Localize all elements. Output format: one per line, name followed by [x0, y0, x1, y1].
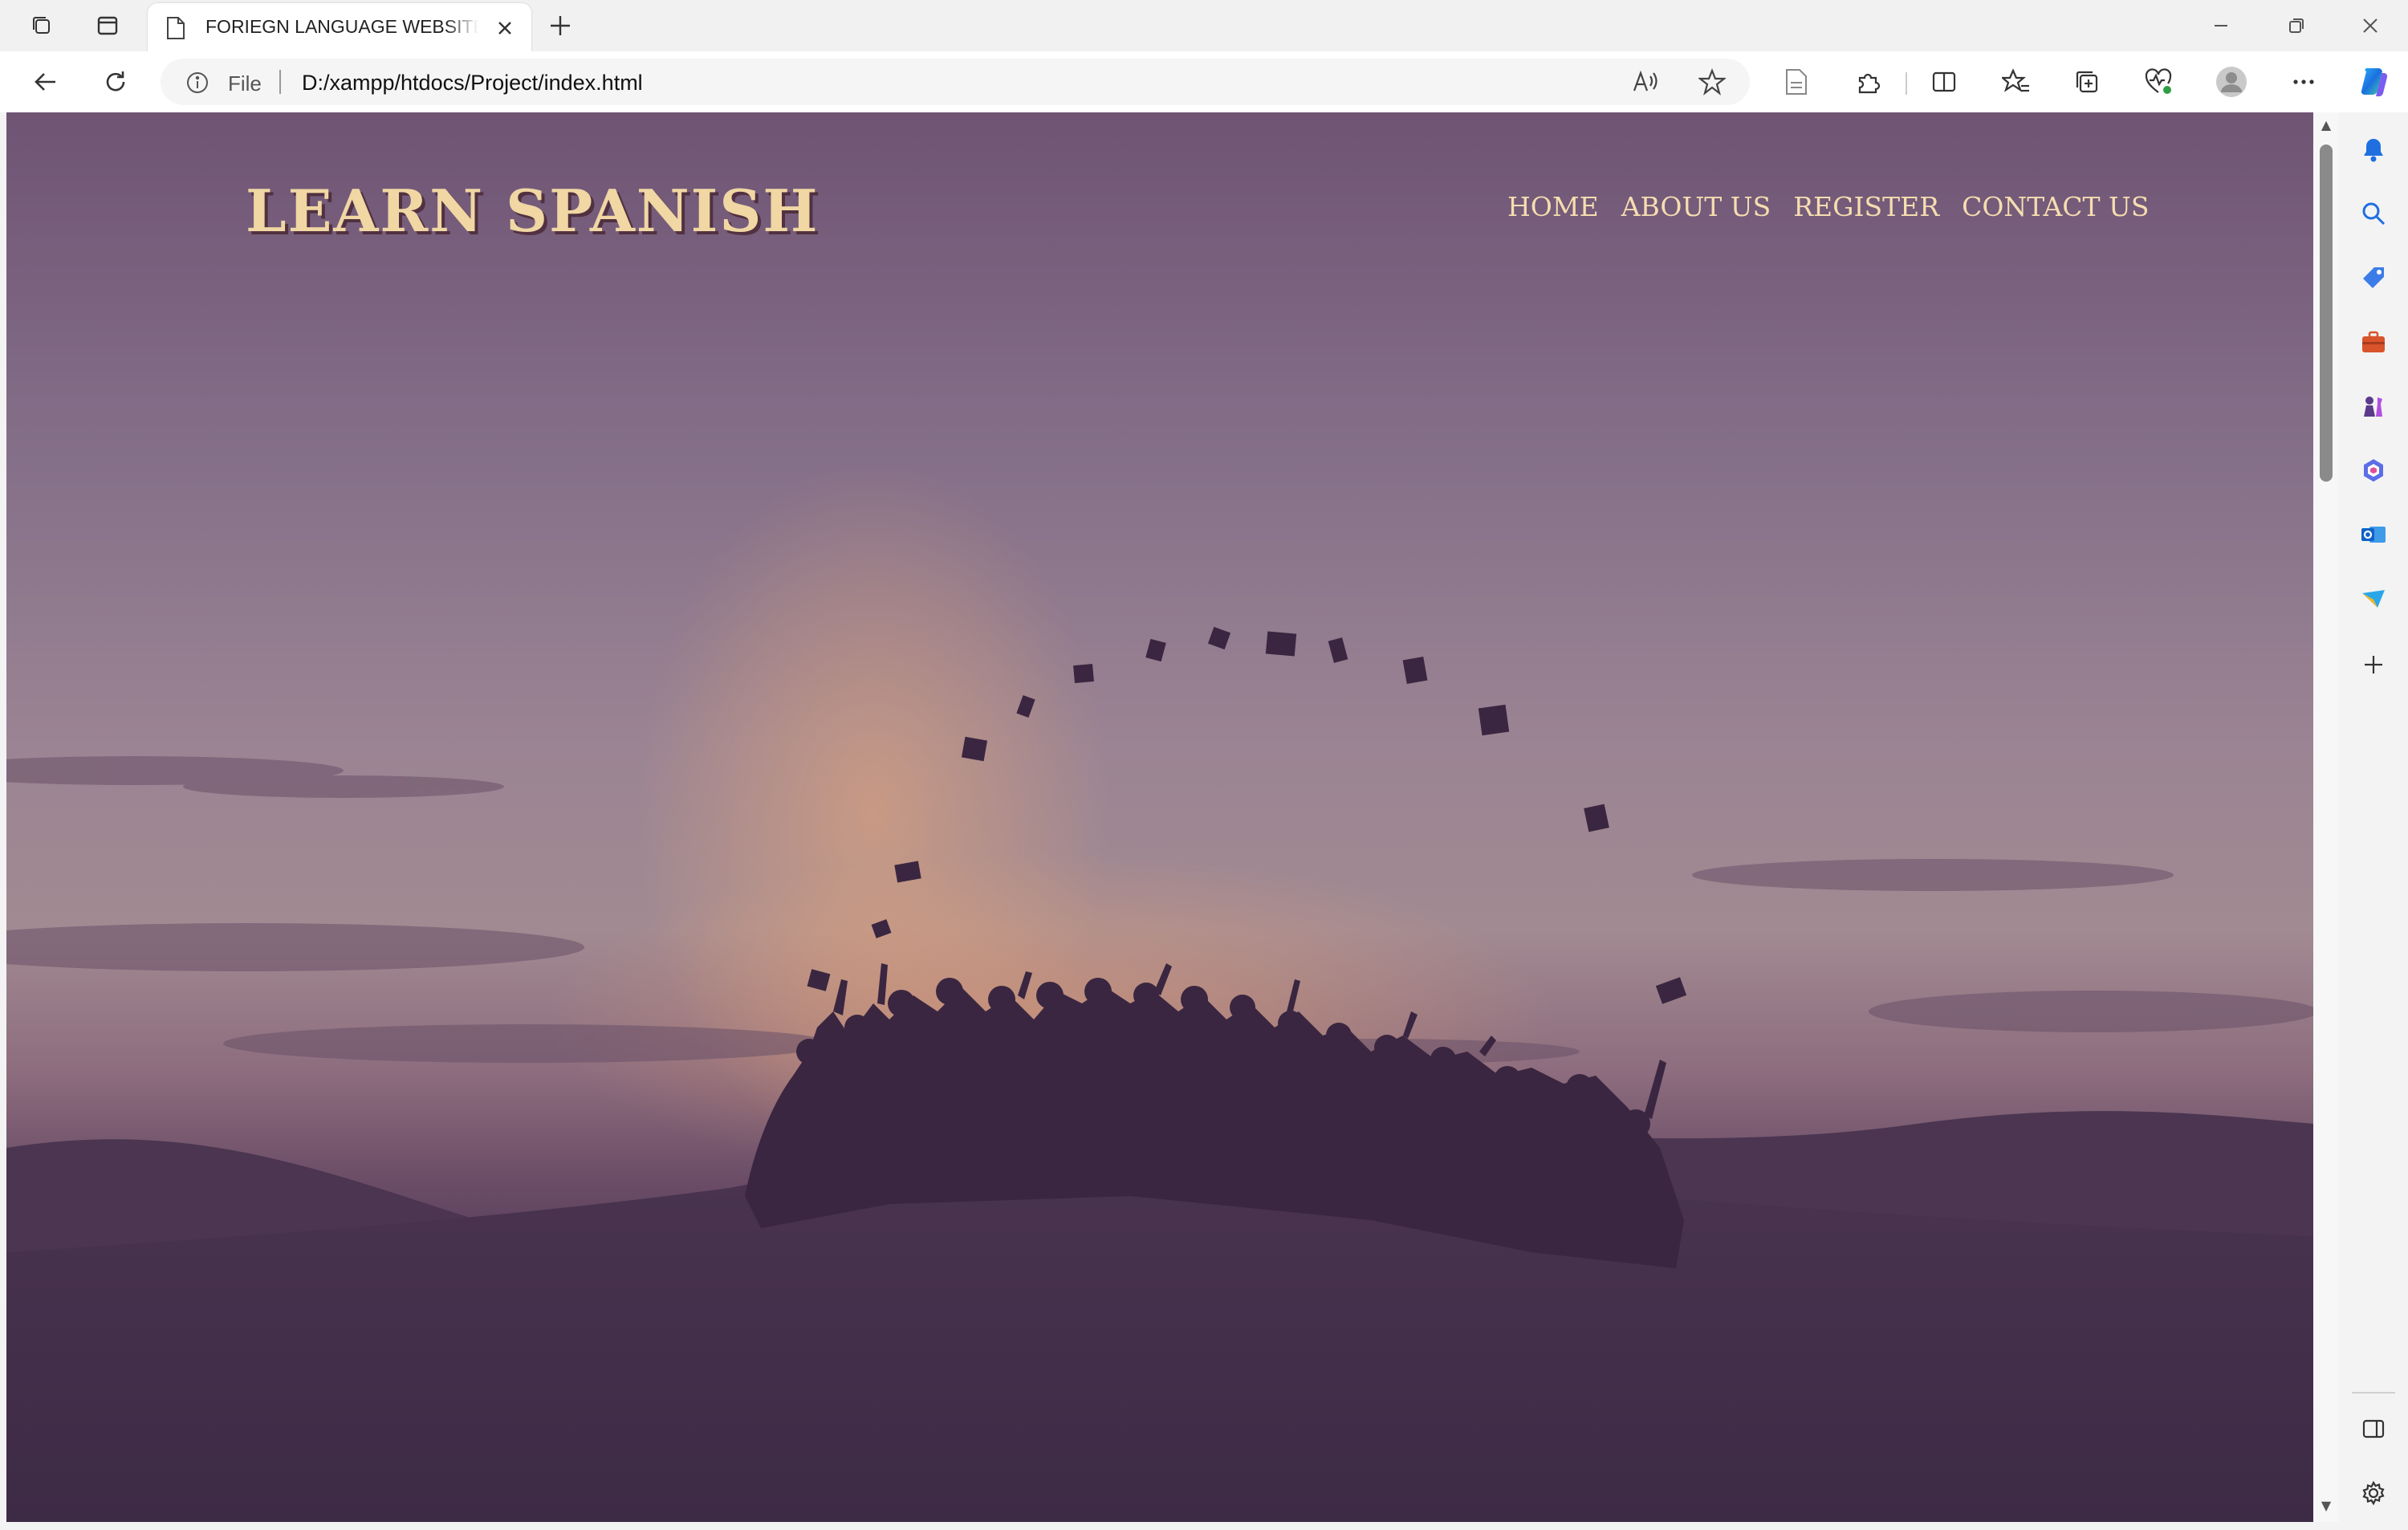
tab-title: FORIEGN LANGUAGE WEBSITE R: [205, 16, 478, 37]
tools-briefcase-icon[interactable]: [2356, 324, 2391, 360]
scroll-up-icon[interactable]: ▲: [2320, 119, 2333, 132]
main-nav: HOME ABOUT US REGISTER CONTACT US: [1507, 191, 2149, 222]
flying-caps: [807, 626, 1687, 1004]
nav-about-us[interactable]: ABOUT US: [1621, 191, 1771, 222]
minimize-icon[interactable]: [2203, 8, 2239, 43]
info-icon[interactable]: [185, 70, 210, 99]
shopping-tag-icon[interactable]: [2356, 260, 2391, 295]
hide-sidebar-icon[interactable]: [2356, 1411, 2391, 1447]
copilot-icon[interactable]: [2355, 63, 2394, 101]
search-icon[interactable]: [2356, 196, 2391, 231]
nav-register[interactable]: REGISTER: [1793, 191, 1939, 222]
tab-strip: FORIEGN LANGUAGE WEBSITE R: [0, 0, 2408, 51]
close-window-icon[interactable]: [2352, 8, 2389, 43]
address-separator: [279, 70, 281, 94]
split-screen-icon[interactable]: [1925, 63, 1963, 101]
back-arrow-icon[interactable]: [26, 63, 64, 101]
games-chess-icon[interactable]: [2356, 389, 2391, 424]
address-bar[interactable]: File D:/xampp/htdocs/Project/index.html: [161, 59, 1750, 105]
toolbar-divider: [1906, 72, 1907, 95]
new-tab-icon[interactable]: [543, 8, 578, 43]
more-options-icon[interactable]: [2284, 63, 2323, 101]
address-scheme: File: [228, 71, 262, 96]
add-sidebar-app-icon[interactable]: [2356, 647, 2391, 682]
notification-bell-icon[interactable]: [2356, 132, 2391, 167]
address-url[interactable]: D:/xampp/htdocs/Project/index.html: [302, 71, 643, 96]
settings-gear-icon[interactable]: [2356, 1475, 2391, 1511]
scrollbar-thumb[interactable]: [2320, 144, 2333, 482]
send-paper-plane-icon[interactable]: [2356, 581, 2391, 616]
nav-contact-us[interactable]: CONTACT US: [1962, 191, 2149, 222]
browser-essentials-icon[interactable]: [2140, 63, 2178, 101]
page-icon: [165, 16, 186, 43]
refresh-icon[interactable]: [96, 63, 135, 101]
graduation-hero-image: [6, 626, 2313, 1522]
reading-view-icon[interactable]: [1777, 63, 1816, 101]
restore-icon[interactable]: [2278, 8, 2315, 43]
favorites-icon[interactable]: [1997, 63, 2036, 101]
outlook-icon[interactable]: [2356, 517, 2391, 552]
microsoft-365-icon[interactable]: [2356, 453, 2391, 488]
extensions-icon[interactable]: [1849, 63, 1888, 101]
page-viewport: LEARN SPANISH HOME ABOUT US REGISTER CON…: [6, 112, 2313, 1522]
page-scrollbar[interactable]: ▲ ▼: [2313, 112, 2339, 1522]
scroll-down-icon[interactable]: ▼: [2320, 1499, 2333, 1512]
vertical-tabs-icon[interactable]: [90, 8, 125, 43]
browser-sidebar: [2339, 112, 2408, 1530]
site-logo[interactable]: LEARN SPANISH: [246, 177, 819, 245]
workspaces-icon[interactable]: [24, 8, 59, 43]
profile-avatar[interactable]: [2212, 63, 2251, 101]
close-tab-icon[interactable]: [493, 16, 517, 40]
favorite-star-icon[interactable]: [1697, 68, 1727, 99]
browser-toolbar: File D:/xampp/htdocs/Project/index.html: [0, 51, 2408, 112]
read-aloud-icon[interactable]: [1631, 68, 1660, 99]
active-tab[interactable]: FORIEGN LANGUAGE WEBSITE R: [148, 3, 531, 51]
nav-home[interactable]: HOME: [1507, 191, 1599, 222]
collections-icon[interactable]: [2068, 63, 2106, 101]
sidebar-divider: [2352, 1392, 2395, 1394]
